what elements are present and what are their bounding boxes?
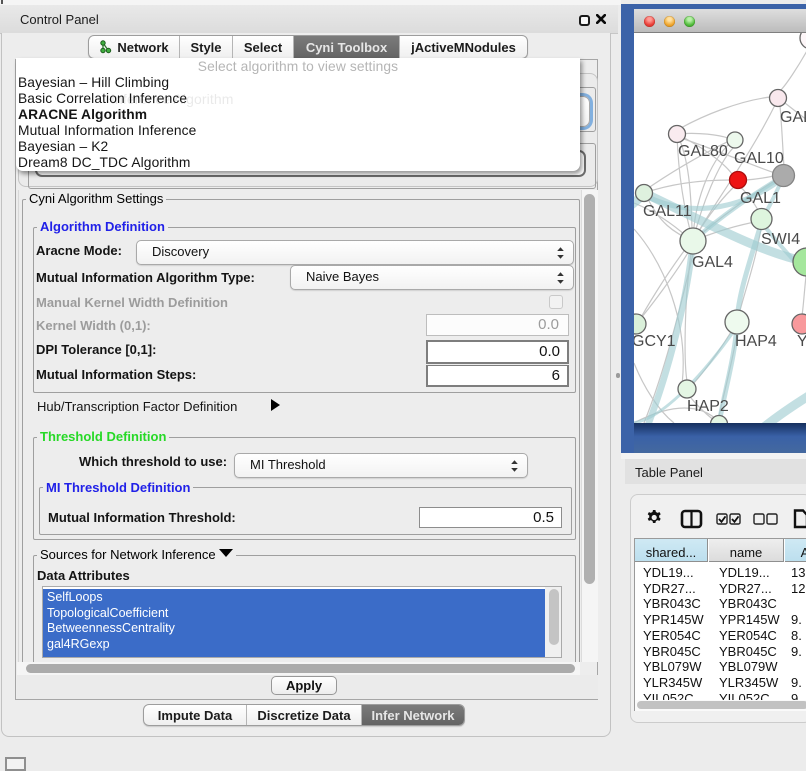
svg-text:GAL4: GAL4 (692, 254, 733, 271)
svg-text:SWI4: SWI4 (761, 231, 800, 248)
svg-text:GCY1: GCY1 (634, 333, 676, 350)
svg-text:GAL11: GAL11 (643, 203, 692, 220)
svg-text:HAP4: HAP4 (735, 333, 777, 350)
svg-text:Y: Y (797, 333, 806, 350)
svg-text:GAL80: GAL80 (678, 143, 728, 160)
svg-text:HAP2: HAP2 (687, 398, 729, 415)
svg-text:GAL10: GAL10 (734, 150, 784, 167)
svg-text:GAL7: GAL7 (780, 109, 806, 126)
svg-text:GAL1: GAL1 (740, 190, 781, 207)
